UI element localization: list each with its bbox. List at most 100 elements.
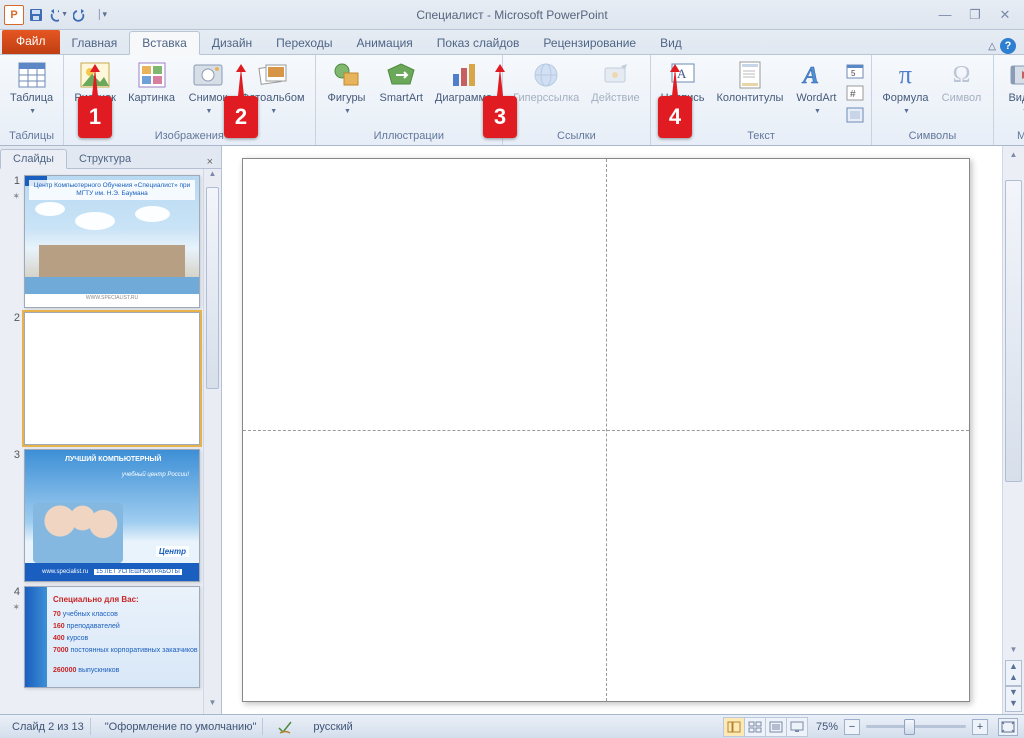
shapes-button[interactable]: Фигуры▼ [322,57,372,120]
theme-name[interactable]: "Оформление по умолчанию" [99,718,264,735]
animation-icon: ✶ [12,191,20,202]
zoom-value[interactable]: 75% [816,721,838,733]
clipart-button[interactable]: Картинка [124,57,179,106]
hyperlink-button[interactable]: Гиперссылка [509,57,583,106]
slide-thumbnail[interactable]: Специально для Вас: 70 учебных классов 1… [24,586,200,688]
tab-slideshow[interactable]: Показ слайдов [425,32,532,54]
tab-design[interactable]: Дизайн [200,32,264,54]
help-button[interactable]: ? [1000,38,1016,54]
current-slide[interactable] [242,158,970,702]
tab-view[interactable]: Вид [648,32,694,54]
close-button[interactable]: ✕ [996,6,1014,24]
symbol-button[interactable]: Ω Символ [937,57,987,106]
minimize-button[interactable]: ― [936,6,954,24]
slide-thumbnail[interactable]: ЛУЧШИЙ КОМПЬЮТЕРНЫЙ учебный центр России… [24,449,200,582]
group-title: Иллюстрации [374,129,444,145]
undo-button[interactable]: ▼ [48,5,68,25]
redo-button[interactable] [70,5,90,25]
thumbnail-scrollbar[interactable]: ▲ ▼ [203,169,221,714]
group-title: Мультимедиа [1017,129,1024,145]
wordart-button[interactable]: A WordArt▼ [791,57,841,120]
ribbon-tabs: Файл Главная Вставка Дизайн Переходы Ани… [0,30,1024,55]
qat-customize[interactable]: │▾ [92,5,112,25]
headerfooter-button[interactable]: Колонтитулы [712,57,787,106]
zoom-in-button[interactable]: + [972,719,988,735]
callout-4: 4 [658,96,692,138]
symbol-icon: Ω [946,59,978,91]
quick-access-toolbar: P ▼ │▾ [0,5,112,25]
table-icon [16,59,48,91]
panel-tab-outline[interactable]: Структура [67,150,143,168]
album-icon [257,59,289,91]
action-icon [599,59,631,91]
app-icon[interactable]: P [4,5,24,25]
tab-transitions[interactable]: Переходы [264,32,344,54]
save-button[interactable] [26,5,46,25]
video-icon [1009,59,1024,91]
group-title: Символы [909,129,957,145]
headerfooter-icon [734,59,766,91]
tab-animations[interactable]: Анимация [344,32,424,54]
smartart-icon [385,59,417,91]
slideshow-view-button[interactable] [787,717,808,737]
group-illustrations: Фигуры▼ SmartArt Диаграмма Иллюстрации [316,55,504,145]
equation-button[interactable]: π Формула▼ [878,57,932,120]
svg-text:A: A [801,63,819,89]
window-title: Специалист - Microsoft PowerPoint [0,8,1024,22]
zoom-slider[interactable] [866,725,966,728]
spellcheck-icon[interactable] [271,718,299,735]
group-links: Гиперссылка Действие Ссылки [503,55,651,145]
smartart-button[interactable]: SmartArt [376,57,427,106]
slide-number: 2 [14,312,20,324]
date-time-button[interactable]: 5 [845,61,865,81]
slide-canvas[interactable] [222,146,1002,714]
slide-thumbnail-selected[interactable] [24,312,200,445]
callout-1: 1 [78,96,112,138]
shapes-icon [331,59,363,91]
slide-number: 4 [14,586,20,598]
language-indicator[interactable]: русский [307,718,358,735]
callout-2: 2 [224,96,258,138]
status-bar: Слайд 2 из 13 "Оформление по умолчанию" … [0,714,1024,738]
animation-icon: ✶ [12,602,20,613]
next-slide-button[interactable]: ▼▼ [1005,686,1022,712]
panel-tabs: Слайды Структура × [0,146,221,169]
hyperlink-icon [530,59,562,91]
panel-close-icon[interactable]: × [199,156,221,168]
view-buttons [723,717,808,737]
group-title: Текст [747,129,775,145]
slides-panel: Слайды Структура × 1 ✶ Центр Компьютерног… [0,146,222,714]
group-media: Видео▼ Звук▼ Мультимедиа [994,55,1024,145]
normal-view-button[interactable] [723,717,745,737]
tab-review[interactable]: Рецензирование [531,32,648,54]
tab-insert[interactable]: Вставка [129,31,200,55]
prev-slide-button[interactable]: ▲▲ [1005,660,1022,686]
screenshot-icon [192,59,224,91]
slide-number: 1 [14,175,20,187]
maximize-button[interactable]: ❐ [966,6,984,24]
group-tables: Таблица▼ Таблицы [0,55,64,145]
video-button[interactable]: Видео▼ [1000,57,1024,120]
zoom-out-button[interactable]: − [844,719,860,735]
group-title: Ссылки [557,129,596,145]
action-button[interactable]: Действие [587,57,643,106]
titlebar: P ▼ │▾ Специалист - Microsoft PowerPoint… [0,0,1024,30]
panel-tab-slides[interactable]: Слайды [0,149,67,169]
fit-to-window-button[interactable] [998,718,1018,736]
tab-file[interactable]: Файл [2,30,60,54]
group-symbols: π Формула▼ Ω Символ Символы [872,55,993,145]
reading-view-button[interactable] [766,717,787,737]
ribbon-minimize-icon[interactable]: △ [988,41,996,52]
slide-thumbnail[interactable]: Центр Компьютерного Обучения «Специалист… [24,175,200,308]
table-button[interactable]: Таблица▼ [6,57,57,120]
window-controls: ― ❐ ✕ [936,6,1024,24]
tab-home[interactable]: Главная [60,32,130,54]
object-button[interactable] [845,105,865,125]
sorter-view-button[interactable] [745,717,766,737]
guide-horizontal[interactable] [243,430,969,431]
equation-icon: π [889,59,921,91]
slide-counter[interactable]: Слайд 2 из 13 [6,718,91,735]
canvas-scrollbar[interactable]: ▲ ▼ ▲▲ ▼▼ [1002,146,1024,714]
slide-number-button[interactable]: # [845,83,865,103]
svg-text:#: # [850,89,856,100]
